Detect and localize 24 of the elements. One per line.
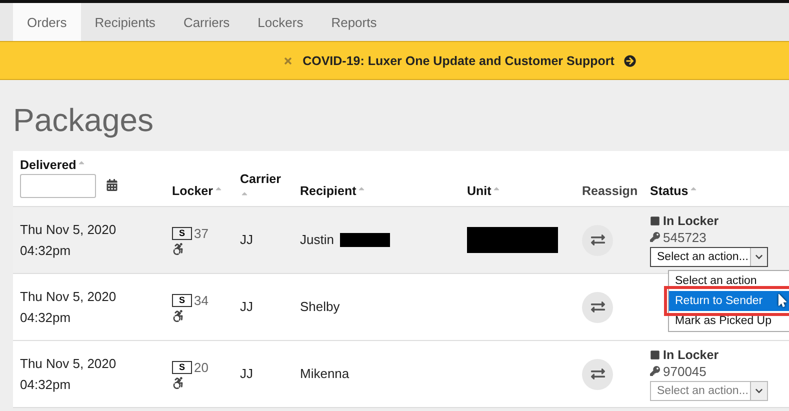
delivered-time: 04:32pm: [20, 242, 71, 260]
carrier-text: JJ: [240, 231, 254, 250]
locker-number: 34: [194, 292, 208, 308]
delivered-time: 04:32pm: [20, 309, 71, 327]
delivered-date: Thu Nov 5, 2020: [20, 288, 116, 306]
page-title: Packages: [12, 101, 155, 140]
pickup-code: 545723: [650, 230, 706, 244]
recipient-name: Shelby: [300, 299, 340, 314]
carrier-text: JJ: [240, 365, 254, 384]
size-tag: S: [172, 226, 192, 240]
carrier-text: JJ: [240, 298, 254, 316]
column-header: Reassign: [582, 184, 639, 198]
status-label: In Locker: [650, 348, 719, 362]
delivered-date: Thu Nov 5, 2020: [20, 354, 116, 372]
size-tag: S: [172, 360, 192, 374]
delivered-time: 04:32pm: [20, 376, 71, 394]
size-tag: S: [172, 294, 192, 306]
recipient-name: Mikenna: [300, 366, 350, 382]
status-label: In Locker: [650, 214, 719, 228]
pickup-code: 970045: [650, 364, 706, 378]
locker-number: 37: [194, 226, 208, 240]
delivered-date: Thu Nov 5, 2020: [20, 220, 116, 238]
locker-number: 20: [194, 360, 208, 374]
recipient-name: Justin: [300, 232, 334, 248]
